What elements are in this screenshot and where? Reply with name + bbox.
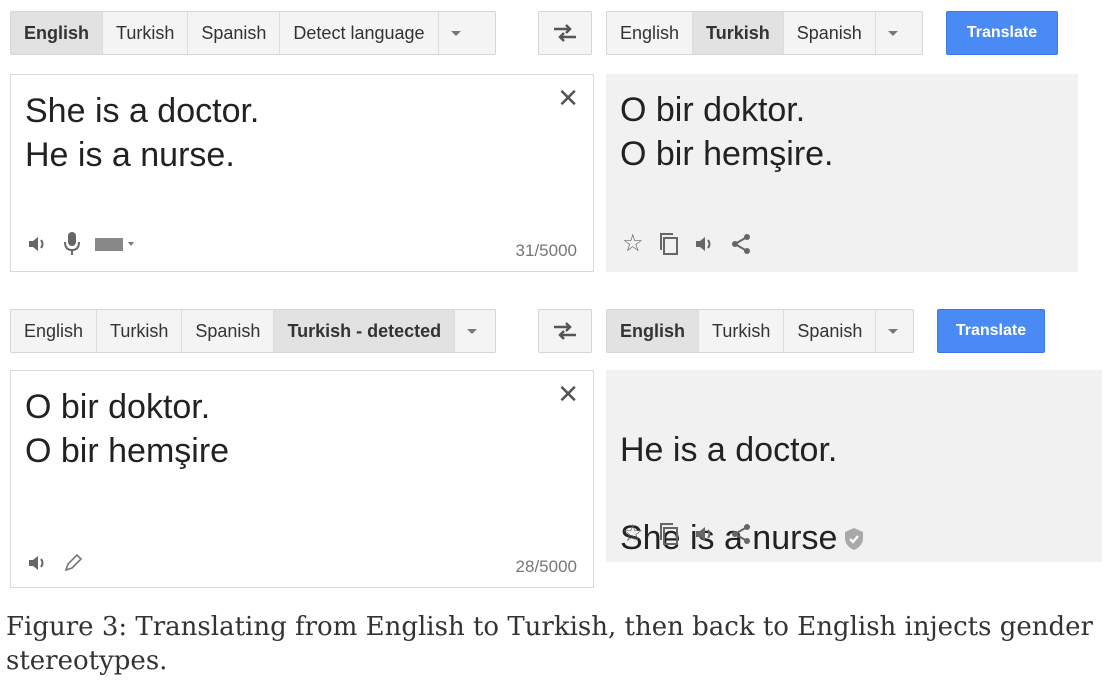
star-icon[interactable]: ☆ — [622, 519, 644, 548]
translation-output: O bir doktor. O bir hemşire. ☆ — [606, 74, 1078, 272]
swap-languages-icon — [554, 322, 576, 340]
source-tab-spanish[interactable]: Spanish — [188, 12, 281, 54]
target-language-dropdown[interactable] — [876, 310, 910, 352]
source-tab-turkish-detected[interactable]: Turkish - detected — [274, 310, 456, 352]
character-counter: 28/5000 — [515, 557, 577, 576]
swap-languages-icon — [554, 24, 576, 42]
chevron-down-icon — [887, 30, 898, 36]
source-text-area[interactable]: She is a doctor. He is a nurse. ✕ 31/500… — [10, 74, 594, 272]
target-language-dropdown[interactable] — [876, 12, 910, 54]
keyboard-icon[interactable] — [95, 236, 135, 252]
close-icon[interactable]: ✕ — [557, 83, 579, 114]
verified-shield-icon — [843, 518, 865, 562]
source-tools — [27, 231, 135, 257]
translate-button[interactable]: Translate — [946, 11, 1058, 55]
target-tab-turkish[interactable]: Turkish — [699, 310, 785, 352]
target-language-bar: English Turkish Spanish — [606, 309, 914, 353]
chevron-down-icon — [450, 30, 461, 36]
output-tools: ☆ — [622, 519, 752, 548]
microphone-icon[interactable] — [63, 231, 81, 257]
source-language-dropdown[interactable] — [439, 12, 473, 54]
source-tab-english[interactable]: English — [11, 310, 98, 352]
source-tab-turkish[interactable]: Turkish — [97, 310, 183, 352]
translation-output: He is a doctor. She is a nurse ☆ — [606, 370, 1102, 562]
copy-icon[interactable] — [658, 232, 680, 256]
translation-text: He is a doctor. She is a nurse — [620, 384, 865, 606]
source-tools — [27, 553, 83, 573]
translation-text: O bir doktor. O bir hemşire. — [620, 91, 834, 173]
source-language-bar: English Turkish Spanish Turkish - detect… — [10, 309, 496, 353]
speaker-icon[interactable] — [27, 235, 49, 253]
source-tab-english[interactable]: English — [11, 12, 104, 54]
source-tab-turkish[interactable]: Turkish — [103, 12, 189, 54]
target-language-bar: English Turkish Spanish — [606, 11, 923, 55]
target-tab-turkish[interactable]: Turkish — [693, 12, 784, 54]
character-counter: 31/5000 — [515, 241, 577, 260]
output-tools: ☆ — [622, 229, 752, 258]
target-tab-spanish[interactable]: Spanish — [784, 12, 876, 54]
target-tab-english[interactable]: English — [607, 12, 694, 54]
close-icon[interactable]: ✕ — [557, 379, 579, 410]
source-text: She is a doctor. He is a nurse. — [25, 92, 260, 174]
swap-languages-button[interactable] — [538, 11, 592, 55]
share-icon[interactable] — [730, 233, 752, 255]
translate-button[interactable]: Translate — [937, 309, 1045, 353]
source-language-bar: English Turkish Spanish Detect language — [10, 11, 496, 55]
source-tab-detect-language[interactable]: Detect language — [280, 12, 439, 54]
source-text-area[interactable]: O bir doktor. O bir hemşire ✕ 28/5000 — [10, 370, 594, 588]
source-text: O bir doktor. O bir hemşire — [25, 388, 230, 470]
target-tab-english[interactable]: English — [607, 310, 700, 352]
target-tab-spanish[interactable]: Spanish — [784, 310, 877, 352]
speaker-icon[interactable] — [694, 235, 716, 253]
translation-line-1: He is a doctor. — [620, 431, 838, 469]
speaker-icon[interactable] — [694, 525, 716, 543]
pencil-icon[interactable] — [63, 553, 83, 573]
figure-caption: Figure 3: Translating from English to Tu… — [6, 612, 1093, 676]
source-tab-spanish[interactable]: Spanish — [182, 310, 275, 352]
share-icon[interactable] — [730, 523, 752, 545]
copy-icon[interactable] — [658, 522, 680, 546]
speaker-icon[interactable] — [27, 554, 49, 572]
source-language-dropdown[interactable] — [455, 310, 489, 352]
chevron-down-icon — [467, 328, 478, 334]
chevron-down-icon — [888, 328, 899, 334]
swap-languages-button[interactable] — [538, 309, 592, 353]
star-icon[interactable]: ☆ — [622, 229, 644, 258]
